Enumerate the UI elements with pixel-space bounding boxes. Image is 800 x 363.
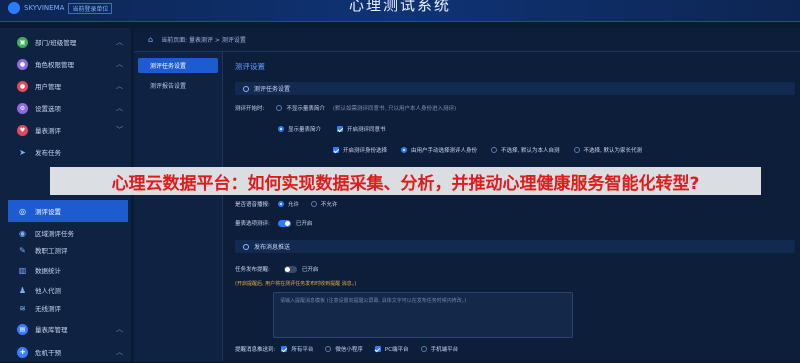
radio-no-intro[interactable] (276, 105, 283, 111)
sidebar-subitem-publish[interactable]: ➤ 发布任务 (0, 141, 131, 163)
sidebar-item-assessment[interactable]: ♥ 量表测评 ﹀ (0, 119, 131, 141)
sidebar-subitem-wireless[interactable]: ≋ 无线测评 (0, 297, 131, 319)
section-icon (243, 85, 249, 92)
opt-show-intro-label: 显示量表简介 (288, 127, 322, 133)
org-tag[interactable]: 当前登录单位 (68, 2, 113, 14)
role-icon: ● (17, 58, 28, 70)
sidebar-item-library[interactable]: ▤ 量表库管理 ︿ (0, 318, 131, 340)
assessment-icon: ♥ (17, 124, 28, 136)
random-row: 量表选项测评: 已开启 (235, 219, 312, 227)
sidebar-item-roles[interactable]: ● 角色权限管理 ︿ (0, 53, 131, 75)
system-title: 心理测试系统 (348, 0, 451, 14)
sidebar-item-settings[interactable]: ⚙ 设置选项 ︿ (0, 97, 131, 119)
radio-voice-deny[interactable] (310, 201, 317, 207)
chevron-down-icon: ﹀ (116, 126, 123, 134)
start-label: 测评开始时: (235, 106, 265, 112)
chevron-up-icon: ︿ (116, 82, 123, 90)
target-icon: ◎ (19, 206, 26, 216)
publish-warning: (开启提醒后, 用户将在测评任务发布时收到提醒 消息。) (235, 281, 357, 287)
random-toggle[interactable] (277, 219, 291, 227)
settings-subnav: 测评任务设置 测评报告设置 (134, 52, 223, 361)
user-icon: ● (17, 80, 28, 92)
publish-state: 已开启 (301, 267, 319, 273)
opt-no-intro-label: 不显示量表简介 (286, 106, 325, 112)
logo: SKYVINEMA 当前登录单位 (8, 2, 113, 14)
settings-panel: 测评设置 测评任务设置 测评开始时: 不显示量表简介 (默认如需测评同意书, 只… (223, 52, 800, 361)
opt-manual-label: 由用户手动选择测评人身份 (411, 148, 478, 154)
channels-label: 提醒消息推送到: (235, 347, 276, 353)
settings-icon: ⚙ (17, 102, 28, 114)
radio-voice-allow[interactable] (277, 201, 284, 207)
checkbox-consent[interactable] (337, 126, 344, 132)
message-template-textarea[interactable]: 请输入提醒消息模板 (注意设置向提醒公屏幕, 具体文字可以在发布任务时候内修改。… (273, 292, 573, 338)
section-task-settings: 测评任务设置 (235, 82, 795, 95)
voice-deny-label: 不允许 (320, 202, 338, 208)
sidebar-item-crisis[interactable]: ✚ 危机干预 ︿ (0, 341, 131, 363)
sidebar-subitem-staff[interactable]: ✎ 教职工测评 (0, 239, 131, 261)
voice-label: 是否语音播报: (235, 202, 270, 208)
breadcrumb: 当前页面: 量表测评 > 测评设置 (161, 37, 246, 44)
identity-row: 开启测评身份选择 由用户手动选择测评人身份 不选择, 默认为本人自测 不选择, … (333, 146, 642, 154)
logo-icon (8, 2, 20, 14)
breadcrumb-bar: ⌂ 当前页面: 量表测评 > 测评设置 (134, 28, 800, 52)
radio-default-parent[interactable] (573, 147, 580, 153)
region-icon: ◉ (19, 228, 26, 238)
publish-toggle[interactable] (283, 265, 297, 273)
chevron-up-icon: ︿ (116, 325, 123, 333)
checkbox-all-platforms[interactable] (281, 346, 288, 352)
checkbox-identity[interactable] (333, 147, 339, 153)
radio-default-self[interactable] (491, 147, 498, 153)
staff-icon: ✎ (19, 245, 26, 255)
section-icon (243, 243, 249, 250)
chart-icon: ▥ (18, 265, 27, 275)
opt-consent-label: 开启测评同意书 (347, 127, 386, 133)
publish-row: 任务发布提醒: 已开启 (235, 265, 318, 273)
checkbox-wechat[interactable] (325, 346, 332, 352)
home-icon[interactable]: ⌂ (148, 35, 153, 44)
radio-show-intro[interactable] (278, 126, 284, 132)
random-state: 已开启 (295, 221, 313, 227)
voice-row: 是否语音播报: 允许 不允许 (235, 200, 337, 208)
start-row: 测评开始时: 不显示量表简介 (默认如需测评同意书, 只以用户本人身份进入测评) (235, 104, 456, 112)
voice-allow-label: 允许 (287, 202, 299, 208)
page-title: 测评设置 (235, 62, 265, 71)
chevron-up-icon: ︿ (116, 348, 123, 356)
opt-default-parent-label: 不选择, 默认为家长代测 (583, 148, 643, 154)
chevron-up-icon: ︿ (116, 38, 123, 46)
show-intro-row: 显示量表简介 开启测评同意书 (278, 125, 386, 133)
overlay-headline: 心理云数据平台：如何实现数据采集、分析，并推动心理健康服务智能化转型? (50, 167, 761, 195)
channels-row: 提醒消息推送到: 所有平台 微信小程序 PC端平台 手机端平台 (235, 346, 459, 353)
random-label: 量表选项测评: (235, 221, 270, 227)
opt-no-intro-hint: (默认如需测评同意书, 只以用户本人身份进入测评) (332, 106, 457, 112)
tab-task-settings[interactable]: 测评任务设置 (138, 58, 218, 73)
opt-identity-label: 开启测评身份选择 (343, 148, 388, 154)
top-bar: SKYVINEMA 当前登录单位 心理测试系统 (0, 0, 800, 22)
checkbox-pc[interactable] (374, 346, 381, 352)
send-icon: ➤ (19, 147, 26, 157)
section-push: 发布消息推送 (235, 240, 795, 253)
radio-manual[interactable] (401, 147, 408, 153)
sidebar-subitem-settings[interactable]: ◎ 测评设置 (8, 200, 128, 222)
wifi-icon: ≋ (19, 303, 26, 313)
chevron-up-icon: ︿ (116, 60, 123, 68)
tab-report-settings[interactable]: 测评报告设置 (138, 78, 218, 93)
opt-default-self-label: 不选择, 默认为本人自测 (501, 148, 560, 154)
sidebar-subitem-stats[interactable]: ▥ 数据统计 (0, 259, 131, 281)
sidebar-item-users[interactable]: ● 用户管理 ︿ (0, 75, 131, 97)
crisis-icon: ✚ (17, 346, 28, 358)
sidebar-item-org[interactable]: ▣ 部门/班级管理 ︿ (0, 31, 131, 53)
proxy-icon: ♟ (18, 285, 27, 295)
chevron-up-icon: ︿ (116, 104, 123, 112)
checkbox-mobile[interactable] (420, 346, 427, 352)
library-icon: ▤ (17, 323, 28, 335)
publish-label: 任务发布提醒: (235, 267, 270, 273)
logo-text: SKYVINEMA (24, 4, 65, 12)
org-icon: ▣ (17, 36, 28, 48)
